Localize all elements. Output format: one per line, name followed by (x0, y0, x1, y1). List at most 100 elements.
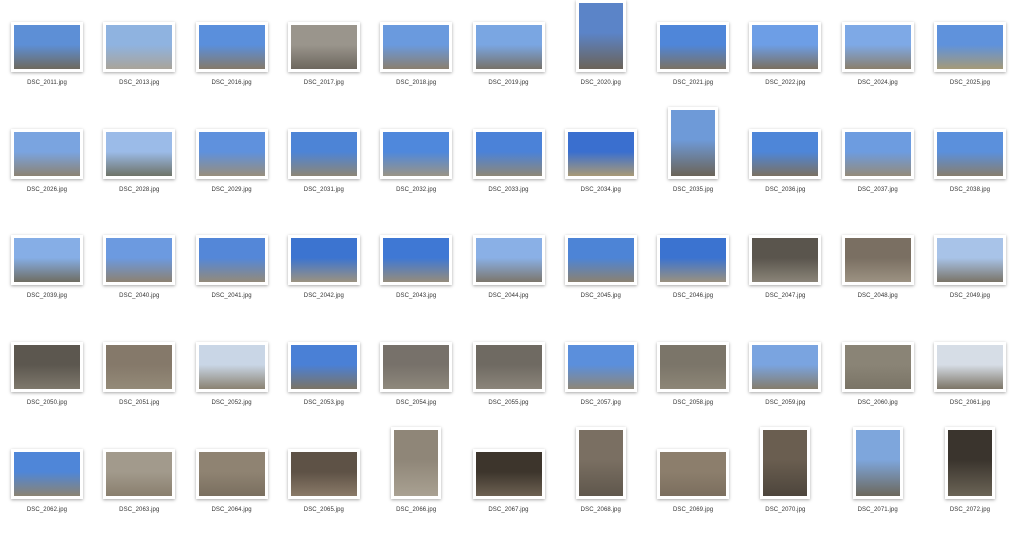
file-item[interactable]: DSC_2047.jpg (739, 213, 831, 320)
file-item[interactable]: DSC_2071.jpg (832, 426, 924, 534)
file-item[interactable]: DSC_2064.jpg (186, 427, 278, 534)
image-thumbnail[interactable] (103, 235, 176, 286)
image-thumbnail[interactable] (287, 22, 360, 72)
file-item[interactable]: DSC_2038.jpg (924, 107, 1016, 214)
file-item[interactable]: DSC_2028.jpg (93, 107, 185, 214)
image-thumbnail[interactable] (852, 426, 903, 499)
file-item[interactable]: DSC_2018.jpg (370, 0, 462, 107)
file-item[interactable]: DSC_2039.jpg (1, 213, 93, 320)
image-thumbnail[interactable] (575, 0, 626, 72)
image-thumbnail[interactable] (472, 22, 545, 72)
image-thumbnail[interactable] (564, 342, 637, 393)
image-thumbnail[interactable] (564, 128, 637, 179)
image-thumbnail[interactable] (841, 342, 914, 393)
file-item[interactable]: DSC_2065.jpg (278, 427, 370, 534)
image-thumbnail[interactable] (380, 235, 453, 286)
image-thumbnail[interactable] (11, 22, 83, 72)
image-thumbnail[interactable] (657, 448, 730, 499)
file-item[interactable]: DSC_2059.jpg (739, 320, 831, 427)
image-thumbnail[interactable] (391, 426, 442, 499)
file-item[interactable]: DSC_2021.jpg (647, 0, 739, 107)
file-item[interactable]: DSC_2041.jpg (186, 213, 278, 320)
image-thumbnail[interactable] (103, 342, 176, 393)
image-thumbnail[interactable] (11, 448, 83, 499)
file-item[interactable]: DSC_2031.jpg (278, 107, 370, 214)
image-thumbnail[interactable] (657, 22, 730, 72)
file-item[interactable]: DSC_2034.jpg (555, 107, 647, 214)
file-item[interactable]: DSC_2067.jpg (463, 427, 555, 534)
image-thumbnail[interactable] (657, 342, 730, 393)
image-thumbnail[interactable] (103, 22, 176, 72)
file-item[interactable]: DSC_2052.jpg (186, 320, 278, 427)
file-item[interactable]: DSC_2036.jpg (739, 107, 831, 214)
image-thumbnail[interactable] (749, 22, 822, 72)
image-thumbnail[interactable] (841, 22, 914, 72)
file-item[interactable]: DSC_2035.jpg (647, 106, 739, 214)
file-item[interactable]: DSC_2025.jpg (924, 0, 1016, 107)
file-item[interactable]: DSC_2058.jpg (647, 320, 739, 427)
file-item[interactable]: DSC_2013.jpg (93, 0, 185, 107)
file-item[interactable]: DSC_2054.jpg (370, 320, 462, 427)
file-item[interactable]: DSC_2029.jpg (186, 107, 278, 214)
file-item[interactable]: DSC_2057.jpg (555, 320, 647, 427)
file-item[interactable]: DSC_2055.jpg (463, 320, 555, 427)
image-thumbnail[interactable] (380, 342, 453, 393)
image-thumbnail[interactable] (11, 128, 83, 179)
file-item[interactable]: DSC_2017.jpg (278, 0, 370, 107)
file-item[interactable]: DSC_2069.jpg (647, 427, 739, 534)
file-item[interactable]: DSC_2019.jpg (463, 0, 555, 107)
file-item[interactable]: DSC_2070.jpg (739, 426, 831, 534)
image-thumbnail[interactable] (103, 448, 176, 499)
file-item[interactable]: DSC_2020.jpg (555, 0, 647, 107)
image-thumbnail[interactable] (564, 235, 637, 286)
file-item[interactable]: DSC_2046.jpg (647, 213, 739, 320)
image-thumbnail[interactable] (934, 22, 1006, 72)
file-item[interactable]: DSC_2024.jpg (832, 0, 924, 107)
image-thumbnail[interactable] (945, 426, 995, 499)
file-item[interactable]: DSC_2049.jpg (924, 213, 1016, 320)
image-thumbnail[interactable] (195, 235, 268, 286)
image-thumbnail[interactable] (749, 128, 822, 179)
image-thumbnail[interactable] (841, 235, 914, 286)
image-thumbnail[interactable] (287, 128, 360, 179)
file-item[interactable]: DSC_2037.jpg (832, 107, 924, 214)
image-thumbnail[interactable] (380, 22, 453, 72)
file-item[interactable]: DSC_2022.jpg (739, 0, 831, 107)
image-thumbnail[interactable] (934, 235, 1006, 286)
file-item[interactable]: DSC_2053.jpg (278, 320, 370, 427)
image-thumbnail[interactable] (841, 128, 914, 179)
image-thumbnail[interactable] (760, 426, 811, 499)
file-item[interactable]: DSC_2042.jpg (278, 213, 370, 320)
image-thumbnail[interactable] (934, 342, 1006, 393)
image-thumbnail[interactable] (195, 128, 268, 179)
file-item[interactable]: DSC_2011.jpg (1, 0, 93, 107)
file-item[interactable]: DSC_2048.jpg (832, 213, 924, 320)
image-thumbnail[interactable] (668, 106, 719, 179)
image-thumbnail[interactable] (749, 235, 822, 286)
file-item[interactable]: DSC_2033.jpg (463, 107, 555, 214)
file-item[interactable]: DSC_2063.jpg (93, 427, 185, 534)
file-item[interactable]: DSC_2016.jpg (186, 0, 278, 107)
image-thumbnail[interactable] (11, 235, 83, 286)
file-item[interactable]: DSC_2026.jpg (1, 107, 93, 214)
file-item[interactable]: DSC_2032.jpg (370, 107, 462, 214)
image-thumbnail[interactable] (380, 128, 453, 179)
image-thumbnail[interactable] (103, 128, 176, 179)
file-item[interactable]: DSC_2068.jpg (555, 426, 647, 534)
image-thumbnail[interactable] (195, 22, 268, 72)
file-item[interactable]: DSC_2043.jpg (370, 213, 462, 320)
image-thumbnail[interactable] (11, 342, 83, 393)
file-item[interactable]: DSC_2061.jpg (924, 320, 1016, 427)
file-item[interactable]: DSC_2051.jpg (93, 320, 185, 427)
image-thumbnail[interactable] (195, 342, 268, 393)
image-thumbnail[interactable] (472, 128, 545, 179)
file-item[interactable]: DSC_2045.jpg (555, 213, 647, 320)
image-thumbnail[interactable] (749, 342, 822, 393)
image-thumbnail[interactable] (472, 448, 545, 499)
image-thumbnail[interactable] (287, 342, 360, 393)
file-item[interactable]: DSC_2050.jpg (1, 320, 93, 427)
image-thumbnail[interactable] (472, 235, 545, 286)
file-item[interactable]: DSC_2072.jpg (924, 426, 1016, 534)
image-thumbnail[interactable] (287, 448, 360, 499)
image-thumbnail[interactable] (575, 426, 626, 499)
